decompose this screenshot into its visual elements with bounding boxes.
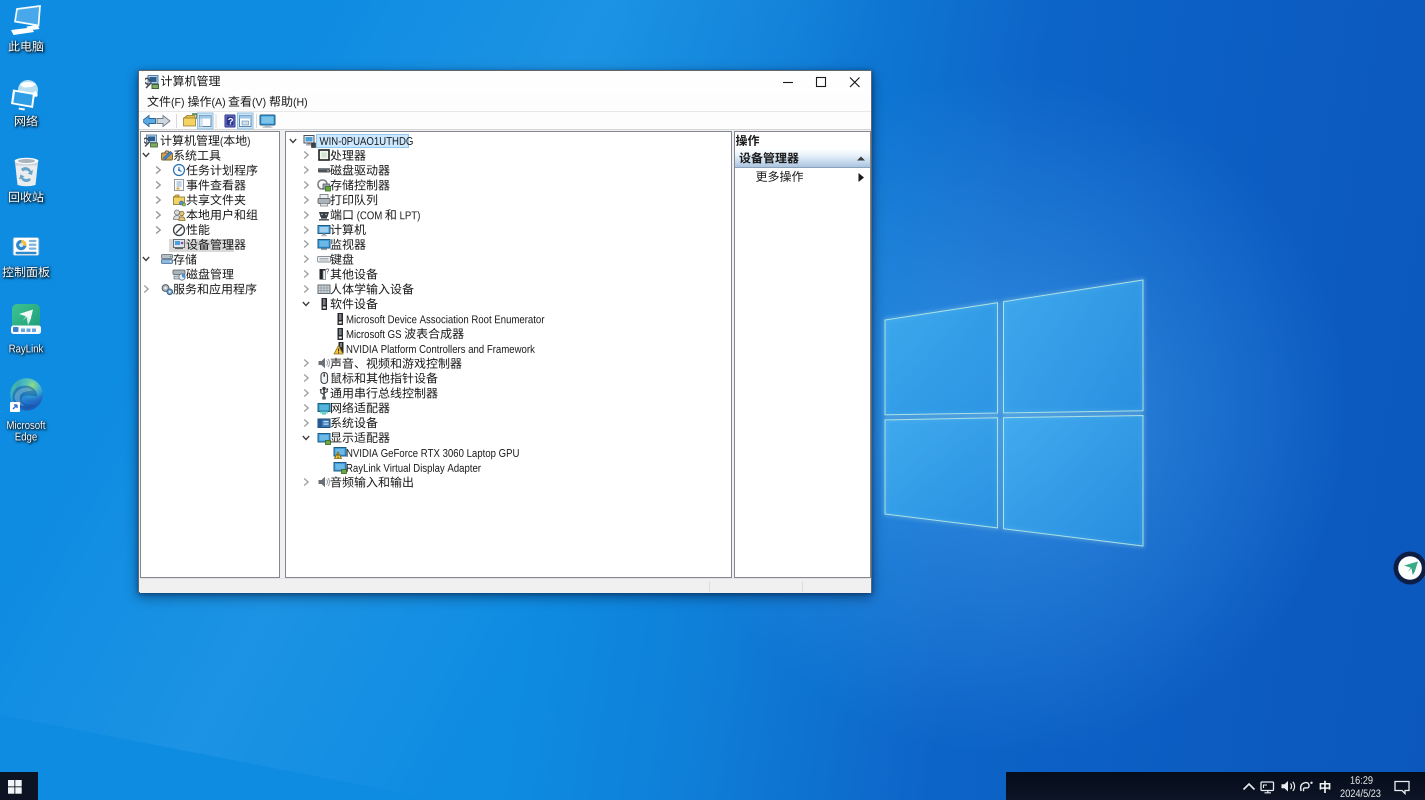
svg-text:?: ? xyxy=(325,269,329,276)
svg-text:?: ? xyxy=(228,117,234,128)
